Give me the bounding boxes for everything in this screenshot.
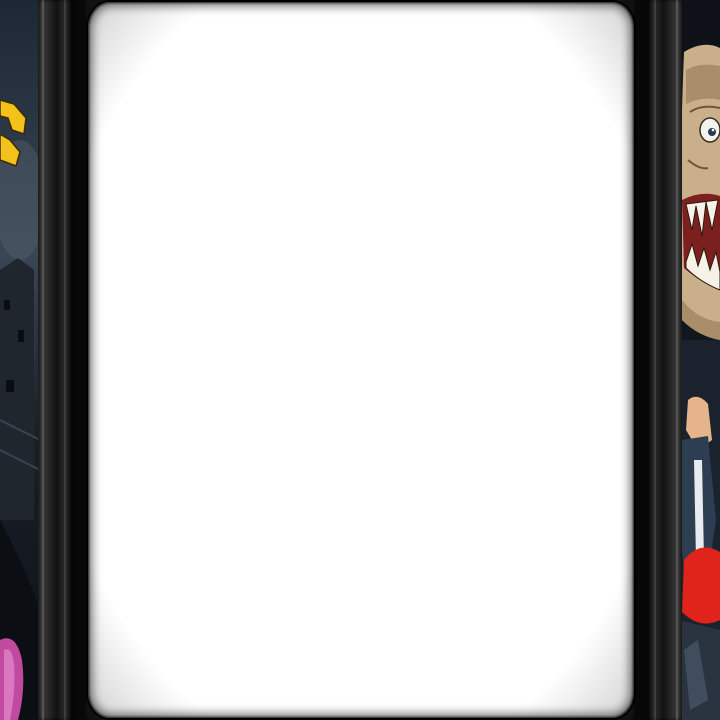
left-rail-highlight <box>42 0 44 720</box>
right-rail-highlight <box>676 0 678 720</box>
crt-screen-vignette <box>88 2 634 718</box>
right-art-illustration <box>678 0 720 720</box>
right-bezel-rail <box>648 0 682 720</box>
arcade-cabinet-view <box>0 0 720 720</box>
crt-screen[interactable] <box>88 2 634 718</box>
left-rail-highlight-inner <box>64 0 66 720</box>
left-bezel-rail <box>38 0 72 720</box>
right-side-artwork <box>678 0 720 720</box>
right-rail-highlight-inner <box>654 0 656 720</box>
